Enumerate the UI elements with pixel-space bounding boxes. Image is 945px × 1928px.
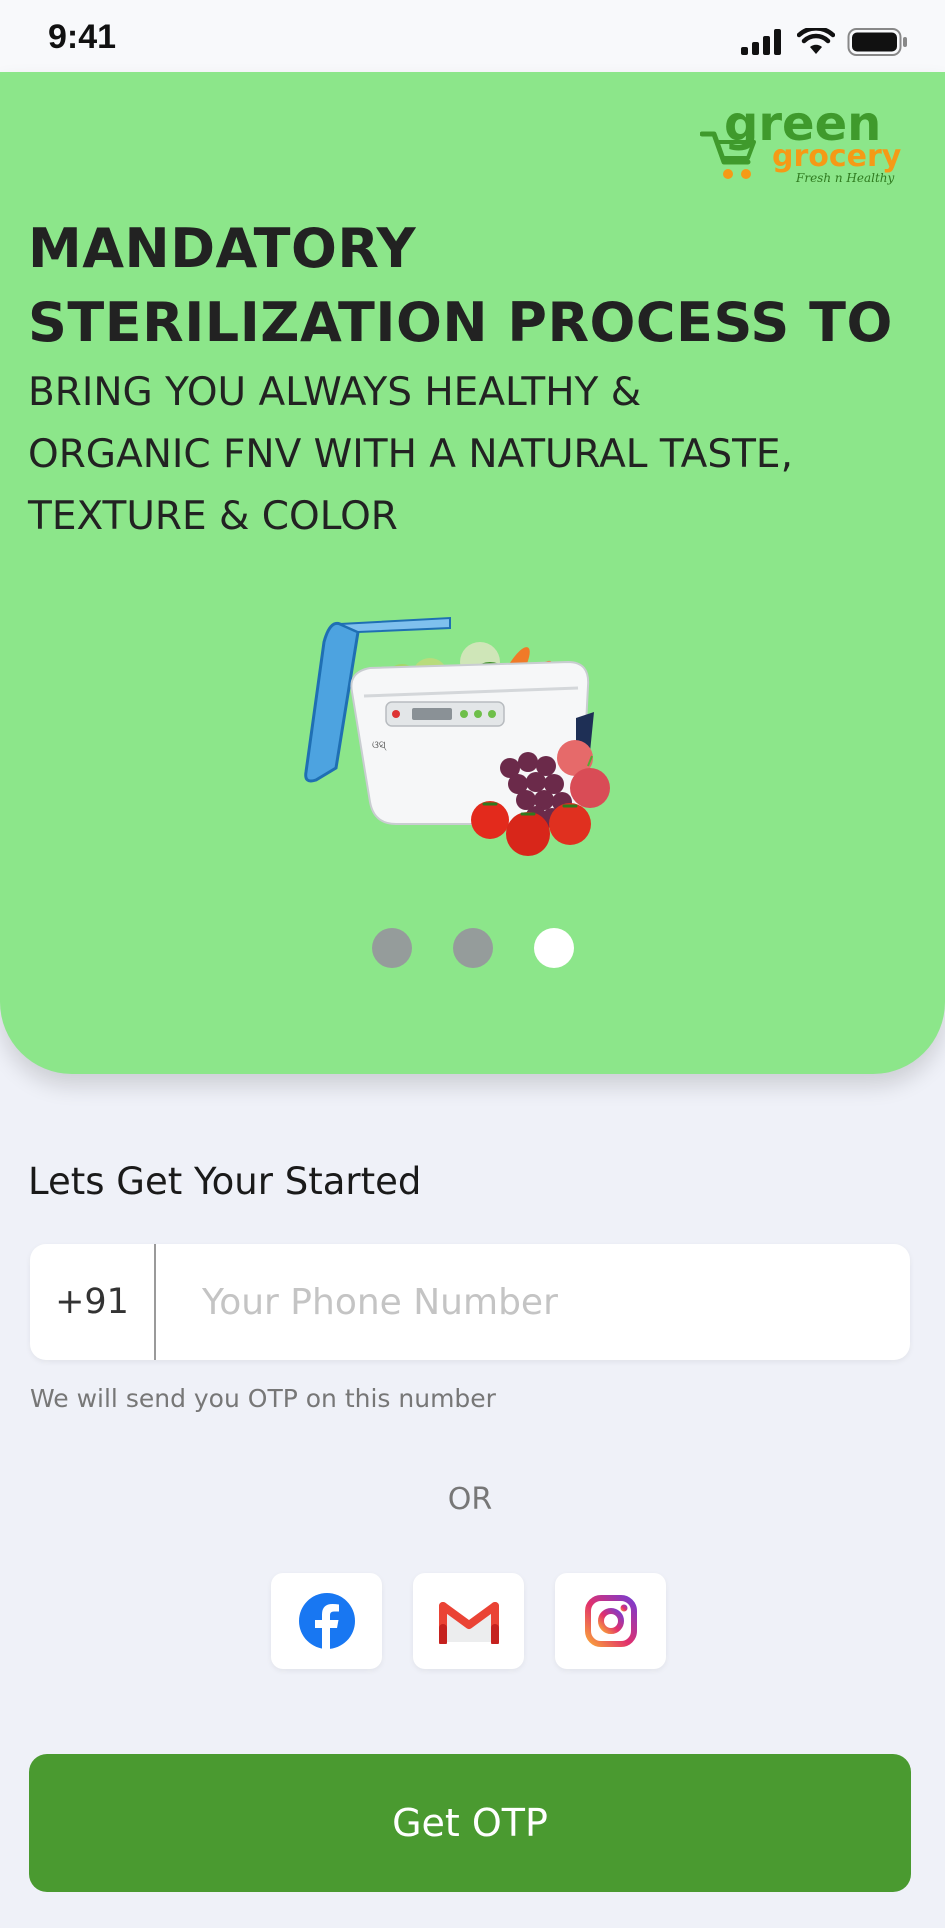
hero-card: green grocery Fresh n Healthy MANDATORY … [0, 72, 945, 1074]
facebook-icon [298, 1593, 355, 1650]
sterilizer-produce-image: ଓସ୍ [304, 616, 610, 856]
instagram-login-button[interactable] [555, 1573, 666, 1669]
form-title: Lets Get Your Started [28, 1160, 422, 1203]
or-divider: OR [447, 1482, 493, 1517]
carousel-dot-3-active[interactable] [533, 928, 574, 968]
social-login-group [271, 1573, 666, 1669]
gmail-icon [438, 1602, 499, 1644]
instagram-icon [584, 1595, 637, 1647]
svg-text:ଓସ୍: ଓସ୍ [372, 740, 387, 751]
country-code[interactable]: +91 [30, 1244, 156, 1360]
get-otp-button[interactable]: Get OTP [29, 1754, 911, 1892]
svg-text:Fresh n Healthy: Fresh n Healthy [795, 171, 895, 185]
carousel-indicator [0, 928, 945, 968]
svg-text:grocery: grocery [772, 139, 902, 174]
carousel-dot-1[interactable] [371, 928, 412, 968]
status-icons [741, 24, 909, 60]
gmail-login-button[interactable] [413, 1573, 524, 1669]
green-grocery-logo: green grocery Fresh n Healthy [700, 102, 902, 185]
hero-headline-line2: STERILIZATION PROCESS TO [28, 291, 893, 354]
facebook-login-button[interactable] [271, 1573, 382, 1669]
hero-subline-line1: BRING YOU ALWAYS HEALTHY & [28, 370, 642, 415]
hero-headline-line1: MANDATORY [28, 217, 417, 280]
phone-field-group: +91 [30, 1243, 910, 1361]
battery-icon [847, 28, 907, 56]
hero-headline: MANDATORY STERILIZATION PROCESS TO [28, 212, 908, 360]
carousel-dot-2[interactable] [452, 928, 493, 968]
hero-subline: BRING YOU ALWAYS HEALTHY & ORGANIC FNV W… [28, 362, 908, 548]
otp-hint: We will send you OTP on this number [30, 1384, 496, 1413]
status-time: 9:41 [48, 18, 117, 56]
phone-input[interactable] [156, 1243, 910, 1361]
wifi-icon [797, 28, 835, 54]
hero-subline-line2: ORGANIC FNV WITH A NATURAL TASTE, [28, 432, 793, 477]
hero-subline-line3: TEXTURE & COLOR [28, 494, 398, 539]
signal-icon [741, 29, 781, 55]
status-bar: 9:41 [0, 0, 945, 72]
